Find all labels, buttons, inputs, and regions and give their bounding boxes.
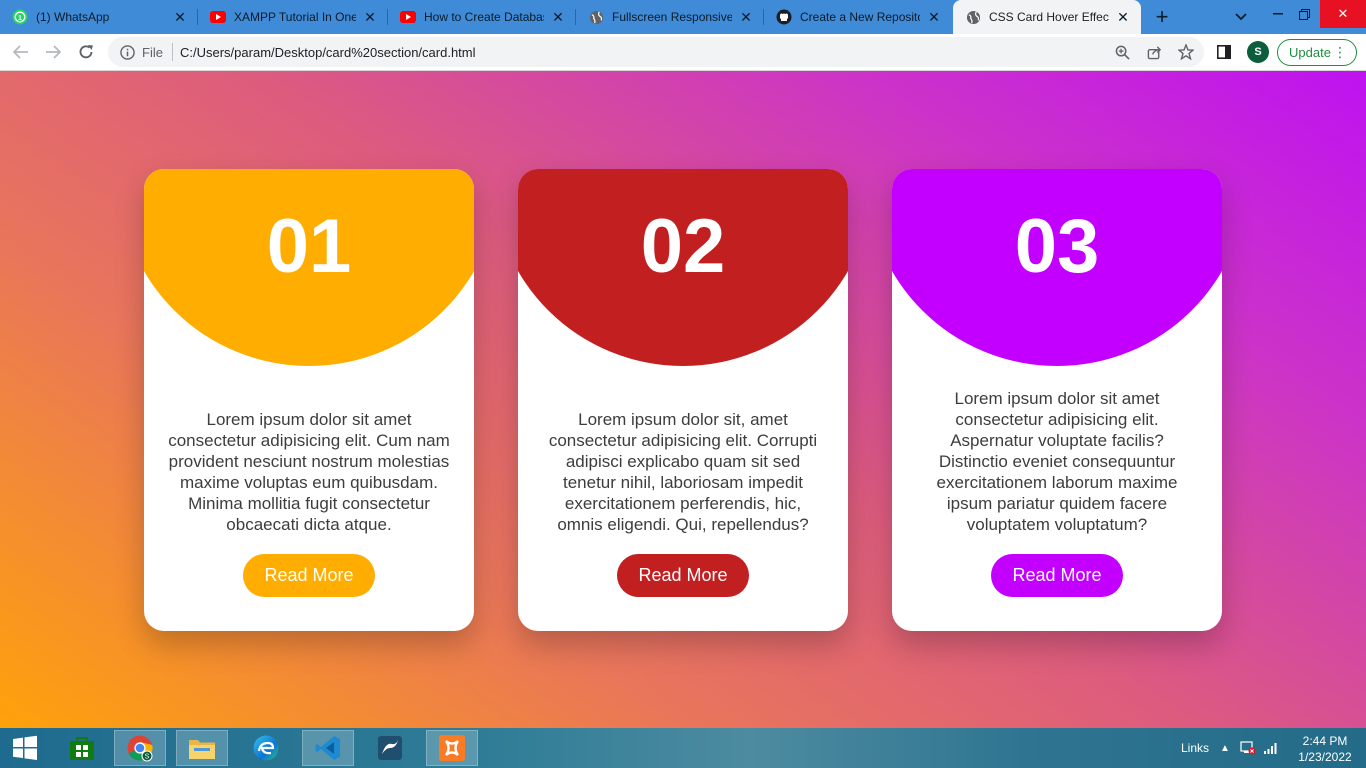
browser-toolbar: File C:/Users/param/Desktop/card%20secti… <box>0 34 1366 71</box>
edge-icon[interactable] <box>240 730 292 766</box>
divider <box>172 43 173 61</box>
zoom-icon[interactable] <box>1113 43 1131 61</box>
tab-label: CSS Card Hover Effects <box>989 10 1109 24</box>
globe-icon <box>588 9 604 25</box>
url-text[interactable]: C:/Users/param/Desktop/card%20section/ca… <box>180 45 476 60</box>
svg-text:S: S <box>145 754 150 761</box>
bookmark-star-icon[interactable] <box>1177 43 1195 61</box>
read-more-button[interactable]: Read More <box>617 554 749 597</box>
card-text: Lorem ipsum dolor sit amet consectetur a… <box>168 405 450 535</box>
card-number: 02 <box>640 204 726 289</box>
clock-time: 2:44 PM <box>1302 734 1348 748</box>
card-number: 01 <box>266 204 352 289</box>
scheme-label: File <box>142 45 163 60</box>
github-icon <box>776 9 792 25</box>
card-description: Lorem ipsum dolor sit, amet consectetur … <box>548 410 818 534</box>
card-text: Lorem ipsum dolor sit amet consectetur a… <box>916 389 1198 535</box>
close-tab-icon[interactable]: ✕ <box>1115 9 1131 25</box>
close-tab-icon[interactable]: ✕ <box>738 9 754 25</box>
close-tab-icon[interactable]: ✕ <box>362 9 378 25</box>
info-icon[interactable] <box>118 43 136 61</box>
card-description: Lorem ipsum dolor sit amet consectetur a… <box>936 389 1178 534</box>
tab-label: (1) WhatsApp <box>36 10 110 24</box>
globe-icon <box>965 9 981 25</box>
tab-label: Fullscreen Responsive L <box>612 10 732 24</box>
whatsapp-icon: 1 <box>12 9 28 25</box>
youtube-icon <box>400 9 416 25</box>
tab-css-card-hover[interactable]: CSS Card Hover Effects ✕ <box>953 0 1141 34</box>
close-tab-icon[interactable]: ✕ <box>926 9 942 25</box>
back-arrow-icon[interactable] <box>9 40 33 64</box>
svg-text:1: 1 <box>18 15 22 22</box>
file-explorer-icon[interactable] <box>176 730 228 766</box>
chevron-down-icon[interactable] <box>1230 6 1252 28</box>
card-description: Lorem ipsum dolor sit amet consectetur a… <box>168 410 450 534</box>
side-panel-icon[interactable] <box>1215 43 1233 61</box>
close-tab-icon[interactable]: ✕ <box>550 9 566 25</box>
card-02: 02 Lorem ipsum dolor sit, amet consectet… <box>518 169 848 631</box>
windows-start-icon[interactable] <box>0 730 50 766</box>
read-more-button[interactable]: Read More <box>243 554 375 597</box>
youtube-icon <box>210 9 226 25</box>
tab-strip: 1 (1) WhatsApp ✕ XAMPP Tutorial In One ✕… <box>0 0 1366 34</box>
chrome-icon[interactable]: S <box>114 730 166 766</box>
tab-xampp-tutorial[interactable]: XAMPP Tutorial In One ✕ <box>198 0 388 34</box>
restore-icon[interactable] <box>1289 0 1319 28</box>
profile-avatar[interactable]: S <box>1247 41 1269 63</box>
update-button[interactable]: Update ⋮ <box>1277 39 1357 66</box>
card-01: 01 Lorem ipsum dolor sit amet consectetu… <box>144 169 474 631</box>
tab-create-repository[interactable]: Create a New Repositor ✕ <box>764 0 952 34</box>
chevron-up-icon[interactable]: ▲ <box>1217 740 1233 756</box>
store-icon[interactable] <box>56 730 108 766</box>
read-more-button[interactable]: Read More <box>991 554 1123 597</box>
tab-label: XAMPP Tutorial In One <box>234 10 356 24</box>
close-tab-icon[interactable]: ✕ <box>172 9 188 25</box>
tray-links-label[interactable]: Links <box>1181 741 1209 755</box>
tab-create-database[interactable]: How to Create Databas ✕ <box>388 0 576 34</box>
new-tab-button[interactable]: + <box>1150 4 1174 29</box>
more-menu-icon[interactable]: ⋮ <box>1333 43 1347 61</box>
mysql-workbench-icon[interactable] <box>364 730 416 766</box>
system-clock[interactable]: 2:44 PM 1/23/2022 <box>1290 733 1360 765</box>
card-number: 03 <box>1014 204 1100 289</box>
reload-icon[interactable] <box>74 40 98 64</box>
share-icon[interactable] <box>1145 43 1163 61</box>
tab-label: Create a New Repositor <box>800 10 920 24</box>
xampp-icon[interactable] <box>426 730 478 766</box>
card-text: Lorem ipsum dolor sit, amet consectetur … <box>542 405 824 535</box>
window-close-icon[interactable]: ✕ <box>1320 0 1366 28</box>
taskbar: S Links ▲ 2:44 PM 1/23/2022 <box>0 728 1366 768</box>
tab-fullscreen-responsive[interactable]: Fullscreen Responsive L ✕ <box>576 0 764 34</box>
network-error-icon[interactable] <box>1240 740 1256 756</box>
page-content: 01 Lorem ipsum dolor sit amet consectetu… <box>0 71 1366 728</box>
signal-bars-icon[interactable] <box>1262 740 1278 756</box>
card-03: 03 Lorem ipsum dolor sit amet consectetu… <box>892 169 1222 631</box>
vscode-icon[interactable] <box>302 730 354 766</box>
address-bar[interactable]: File C:/Users/param/Desktop/card%20secti… <box>108 37 1204 67</box>
tab-label: How to Create Databas <box>424 10 544 24</box>
clock-date: 1/23/2022 <box>1298 750 1352 764</box>
forward-arrow-icon[interactable] <box>41 40 65 64</box>
update-label: Update <box>1289 45 1331 60</box>
tab-whatsapp[interactable]: 1 (1) WhatsApp ✕ <box>0 0 198 34</box>
